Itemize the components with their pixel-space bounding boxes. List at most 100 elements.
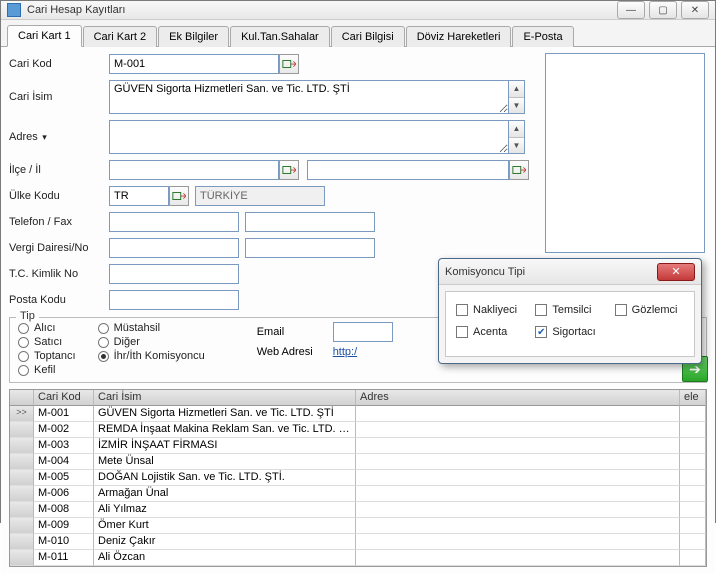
cell-cari-isim: GÜVEN Sigorta Hizmetleri San. ve Tic. LT… (94, 406, 356, 422)
radio-label: Müstahsil (114, 322, 160, 334)
input-ilce[interactable] (109, 160, 279, 180)
row-selector[interactable] (10, 470, 34, 486)
tab-e-posta[interactable]: E-Posta (512, 26, 573, 47)
grid-header-adres[interactable]: Adres (356, 390, 680, 406)
radio-dot-icon (18, 365, 29, 376)
radio-sat-c-[interactable]: Satıcı (18, 336, 76, 348)
radio-toptanc-[interactable]: Toptancı (18, 350, 76, 362)
input-tc-kimlik[interactable] (109, 264, 239, 284)
cell-cari-isim: DOĞAN Lojistik San. ve Tic. LTD. ŞTİ. (94, 470, 356, 486)
cell-cari-isim: Deniz Çakır (94, 534, 356, 550)
cell-adres (356, 518, 680, 534)
row-selector[interactable] (10, 534, 34, 550)
spin-down-icon[interactable]: ▼ (509, 98, 524, 114)
lookup-il-button[interactable] (509, 160, 529, 180)
table-row[interactable]: M-004Mete Ünsal (10, 454, 706, 470)
cari-isim-spinner: ▲ ▼ (509, 80, 525, 114)
input-cari-isim[interactable]: GÜVEN Sigorta Hizmetleri San. ve Tic. LT… (109, 80, 509, 114)
label-telefon-fax: Telefon / Fax (9, 216, 109, 228)
cell-adres (356, 422, 680, 438)
row-selector[interactable] (10, 422, 34, 438)
lookup-ulke-button[interactable] (169, 186, 189, 206)
grid-header-ele[interactable]: ele (680, 390, 706, 406)
popup-close-button[interactable]: ✕ (657, 263, 695, 281)
lookup-ilce-button[interactable] (279, 160, 299, 180)
cell-adres (356, 454, 680, 470)
grid-selector-header (10, 390, 34, 406)
radio-i-hr-i-th-komisyoncu[interactable]: İhr/İth Komisyoncu (98, 350, 205, 362)
checkbox-temsilci[interactable]: Temsilci (535, 304, 604, 316)
tab-doviz-hareketleri[interactable]: Döviz Hareketleri (406, 26, 512, 47)
notes-pane[interactable] (545, 53, 705, 253)
checkbox-box-icon (615, 304, 627, 316)
tab-ek-bilgiler[interactable]: Ek Bilgiler (158, 26, 229, 47)
grid-header-cari-isim[interactable]: Cari İsim (94, 390, 356, 406)
checkbox-acenta[interactable]: Acenta (456, 326, 525, 338)
tab-cari-kart-2[interactable]: Cari Kart 2 (83, 26, 158, 47)
table-row[interactable]: M-006Armağan Ünal (10, 486, 706, 502)
cell-cari-kod: M-011 (34, 550, 94, 566)
input-ulke-kodu[interactable] (109, 186, 169, 206)
input-cari-kod[interactable] (109, 54, 279, 74)
cell-cari-isim: Ömer Kurt (94, 518, 356, 534)
minimize-button[interactable]: — (617, 1, 645, 19)
row-selector[interactable] (10, 406, 34, 422)
chevron-down-icon: ▾ (38, 132, 47, 142)
row-selector[interactable] (10, 518, 34, 534)
cell-ele (680, 406, 706, 422)
label-adres[interactable]: Adres ▾ (9, 131, 109, 143)
spin-up-icon[interactable]: ▲ (509, 81, 524, 98)
checkbox-gözlemci[interactable]: Gözlemci (615, 304, 684, 316)
radio-dot-icon (98, 323, 109, 334)
spin-up-icon[interactable]: ▲ (509, 121, 524, 138)
input-vergi-dairesi[interactable] (109, 238, 239, 258)
tab-cari-kart-1[interactable]: Cari Kart 1 (7, 25, 82, 47)
grid-header-cari-kod[interactable]: Cari Kod (34, 390, 94, 406)
table-row[interactable]: M-005DOĞAN Lojistik San. ve Tic. LTD. ŞT… (10, 470, 706, 486)
checkbox-label: Sigortacı (552, 326, 595, 338)
tab-cari-bilgisi[interactable]: Cari Bilgisi (331, 26, 405, 47)
label-tc-kimlik: T.C. Kimlik No (9, 268, 109, 280)
radio-di-er[interactable]: Diğer (98, 336, 205, 348)
row-selector[interactable] (10, 486, 34, 502)
input-telefon[interactable] (109, 212, 239, 232)
row-selector[interactable] (10, 454, 34, 470)
input-il[interactable] (307, 160, 509, 180)
cell-cari-kod: M-009 (34, 518, 94, 534)
table-row[interactable]: M-008Ali Yılmaz (10, 502, 706, 518)
cell-cari-isim: Armağan Ünal (94, 486, 356, 502)
row-selector[interactable] (10, 438, 34, 454)
link-http[interactable]: http:/ (333, 346, 357, 358)
cell-cari-kod: M-005 (34, 470, 94, 486)
table-row[interactable]: M-011Ali Özcan (10, 550, 706, 566)
input-posta-kodu[interactable] (109, 290, 239, 310)
input-email[interactable] (333, 322, 393, 342)
cell-adres (356, 470, 680, 486)
radio-dot-icon (18, 337, 29, 348)
lookup-cari-kod-button[interactable] (279, 54, 299, 74)
maximize-button[interactable]: ▢ (649, 1, 677, 19)
label-web-adresi: Web Adresi (257, 346, 325, 358)
checkbox-nakliyeci[interactable]: Nakliyeci (456, 304, 525, 316)
table-row[interactable]: M-010Deniz Çakır (10, 534, 706, 550)
input-adres[interactable] (109, 120, 509, 154)
checkbox-sigortacı[interactable]: Sigortacı (535, 326, 604, 338)
cell-adres (356, 534, 680, 550)
table-row[interactable]: M-009Ömer Kurt (10, 518, 706, 534)
popup-title: Komisyoncu Tipi (445, 266, 657, 278)
cell-cari-isim: REMDA İnşaat Makina Reklam San. ve Tic. … (94, 422, 356, 438)
input-vergi-no[interactable] (245, 238, 375, 258)
radio-kefil[interactable]: Kefil (18, 364, 76, 376)
table-row[interactable]: M-002REMDA İnşaat Makina Reklam San. ve … (10, 422, 706, 438)
input-fax[interactable] (245, 212, 375, 232)
close-button[interactable]: ✕ (681, 1, 709, 19)
spin-down-icon[interactable]: ▼ (509, 138, 524, 154)
table-row[interactable]: M-003İZMİR İNŞAAT FİRMASI (10, 438, 706, 454)
table-row[interactable]: M-001GÜVEN Sigorta Hizmetleri San. ve Ti… (10, 406, 706, 422)
radio-al-c-[interactable]: Alıcı (18, 322, 76, 334)
row-selector[interactable] (10, 502, 34, 518)
tab-kul-tan-sahalar[interactable]: Kul.Tan.Sahalar (230, 26, 330, 47)
radio-m-stahsil[interactable]: Müstahsil (98, 322, 205, 334)
checkbox-label: Nakliyeci (473, 304, 517, 316)
row-selector[interactable] (10, 550, 34, 566)
